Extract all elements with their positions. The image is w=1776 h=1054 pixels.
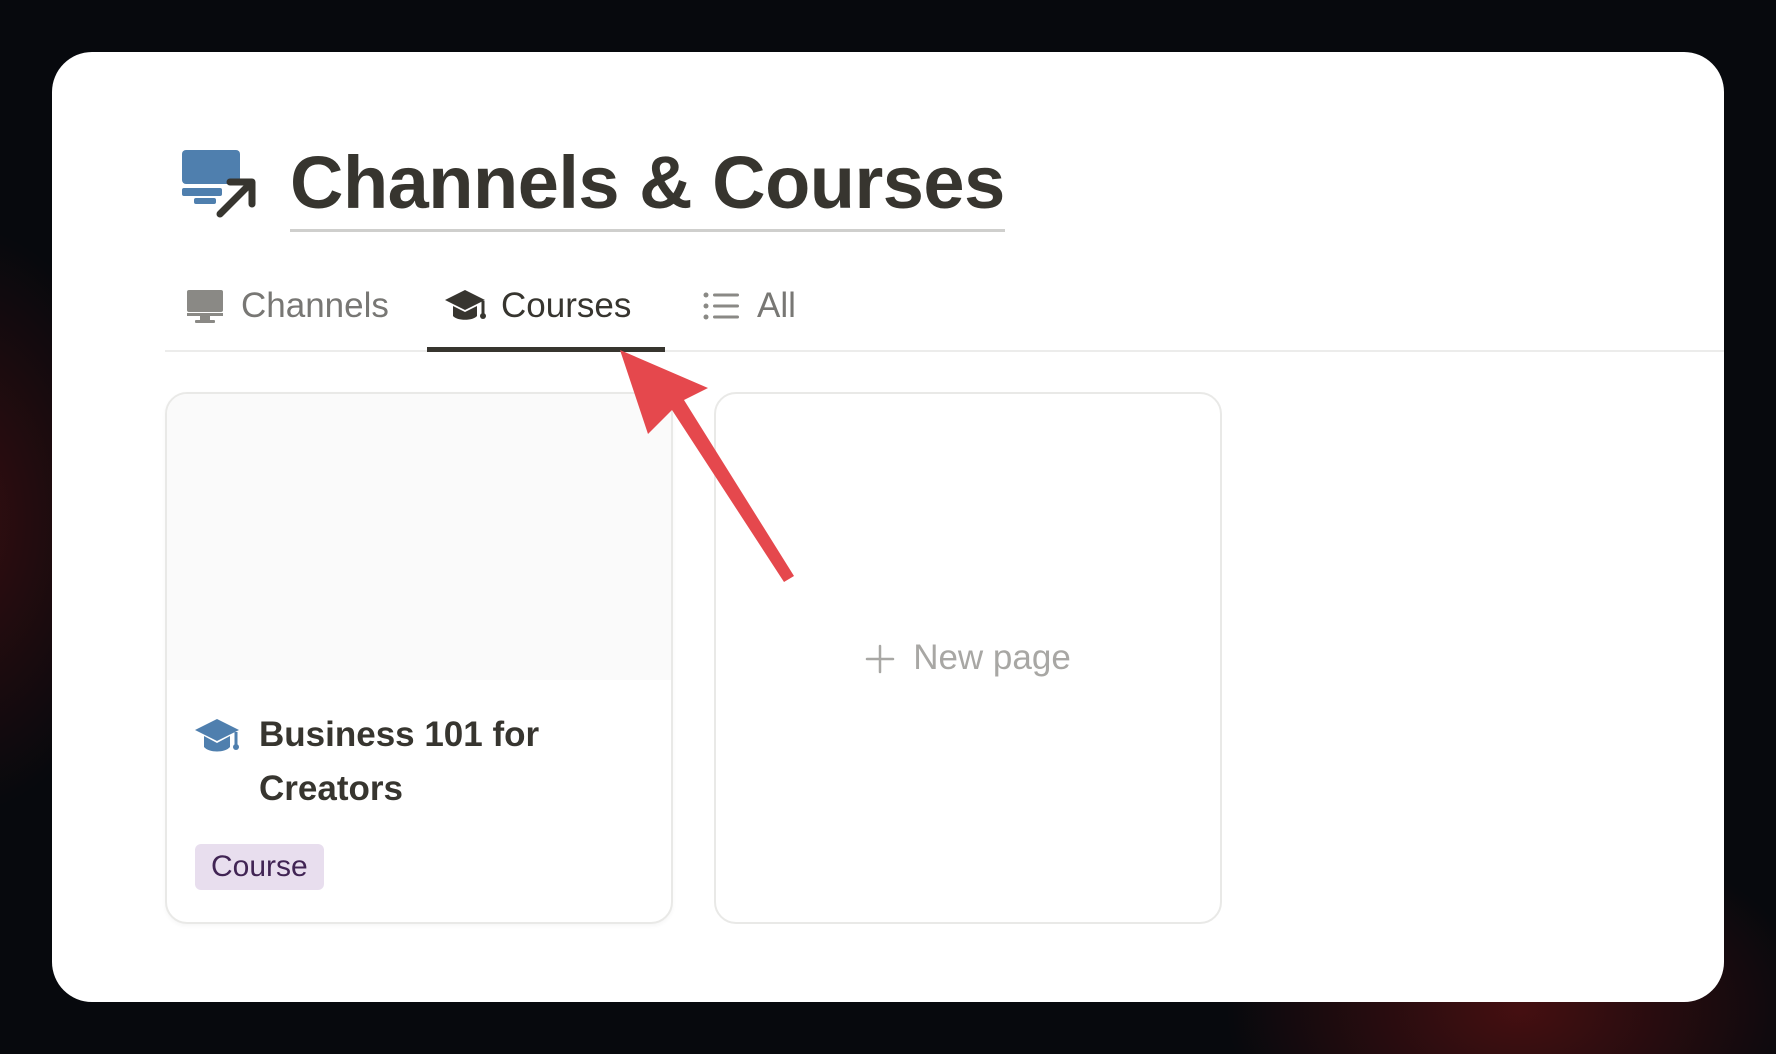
page-title[interactable]: Channels & Courses <box>290 141 1005 233</box>
tab-courses[interactable]: Courses <box>427 262 665 352</box>
card-title: Business 101 for Creators <box>259 715 540 808</box>
plus-icon <box>865 643 895 674</box>
new-page-button[interactable]: New page <box>865 638 1071 678</box>
new-page-card[interactable]: New page <box>714 392 1222 924</box>
card-title-row: Business 101 for Creators <box>167 680 671 816</box>
tag-course: Course <box>195 844 324 890</box>
page-header: Channels & Courses <box>180 132 1005 242</box>
tab-label: Channels <box>241 286 389 325</box>
new-page-label: New page <box>913 638 1071 677</box>
tab-label: All <box>757 286 796 325</box>
monitor-share-icon[interactable] <box>180 148 260 218</box>
graduation-cap-icon <box>193 716 241 756</box>
desktop-monitor-icon <box>183 284 227 328</box>
tab-all[interactable]: All <box>689 262 819 350</box>
tab-label: Courses <box>501 286 632 325</box>
graduation-cap-icon <box>443 284 487 328</box>
list-icon <box>699 284 743 328</box>
card-cover <box>167 394 671 680</box>
view-tabs: Channels Courses All <box>165 262 1724 352</box>
gallery-card[interactable]: Business 101 for Creators Course <box>165 392 673 924</box>
tab-channels[interactable]: Channels <box>183 262 413 350</box>
database-window: Channels & Courses Channels Courses All … <box>52 52 1724 1002</box>
